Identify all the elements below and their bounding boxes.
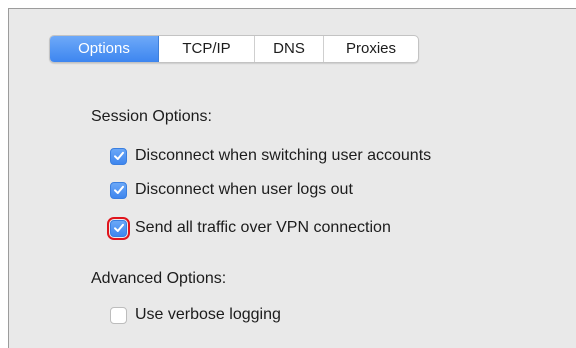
checkmark-icon (113, 223, 124, 232)
tab-options[interactable]: Options (50, 36, 159, 62)
session-options-heading: Session Options: (91, 108, 212, 125)
tab-tcpip[interactable]: TCP/IP (159, 36, 255, 62)
send-all-traffic-option[interactable]: Send all traffic over VPN connection (107, 216, 391, 240)
tab-bar: Options TCP/IP DNS Proxies (49, 35, 419, 63)
verbose-logging-checkbox[interactable] (110, 306, 127, 324)
verbose-logging-label: Use verbose logging (135, 306, 281, 323)
disconnect-switching-users-option[interactable]: Disconnect when switching user accounts (110, 145, 431, 167)
send-all-traffic-label: Send all traffic over VPN connection (135, 219, 391, 236)
checkmark-icon (113, 185, 124, 194)
checkmark-icon (113, 151, 124, 160)
tab-dns[interactable]: DNS (255, 36, 324, 62)
tab-proxies[interactable]: Proxies (324, 36, 418, 62)
send-all-traffic-checkbox[interactable] (107, 216, 130, 240)
disconnect-user-logs-out-option[interactable]: Disconnect when user logs out (110, 179, 353, 201)
disconnect-user-logs-out-checkbox[interactable] (110, 181, 127, 199)
disconnect-user-logs-out-label: Disconnect when user logs out (135, 181, 353, 198)
disconnect-switching-users-label: Disconnect when switching user accounts (135, 147, 432, 164)
disconnect-switching-users-checkbox[interactable] (110, 147, 127, 165)
advanced-options-heading: Advanced Options: (91, 270, 227, 287)
verbose-logging-option[interactable]: Use verbose logging (110, 304, 281, 326)
